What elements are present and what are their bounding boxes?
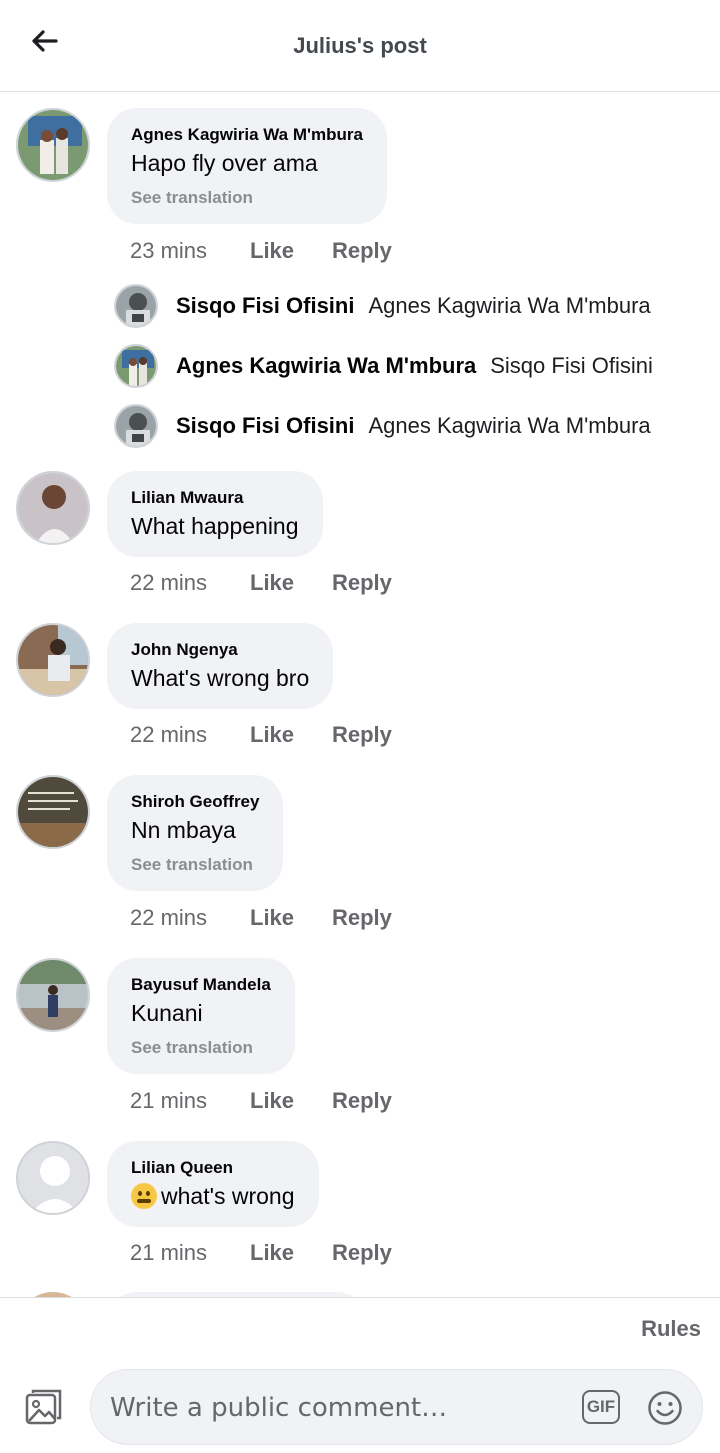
reply-author[interactable]: Sisqo Fisi Ofisini [176, 413, 354, 439]
avatar[interactable] [16, 1141, 90, 1215]
comment-author[interactable]: Shiroh Geoffrey [131, 792, 259, 812]
comment-composer: Rules GIF [0, 1297, 720, 1453]
comment-time[interactable]: 21 mins [130, 1240, 250, 1266]
reply-snippet: Agnes Kagwiria Wa M'mbura [368, 413, 651, 438]
avatar-photo [18, 110, 88, 180]
rules-link[interactable]: Rules [641, 1316, 701, 1342]
like-button[interactable]: Like [250, 1240, 332, 1266]
like-button[interactable]: Like [250, 238, 332, 264]
avatar-photo [18, 960, 88, 1030]
comment-author[interactable]: Bayusuf Mandela [131, 975, 271, 995]
avatar-photo [18, 625, 88, 695]
avatar[interactable] [16, 623, 90, 697]
reply-author[interactable]: Sisqo Fisi Ofisini [176, 293, 354, 319]
comment-actions: 22 mins Like Reply [130, 905, 392, 931]
reply-button[interactable]: Reply [332, 238, 392, 264]
comment-time[interactable]: 22 mins [130, 722, 250, 748]
comment-actions: 22 mins Like Reply [130, 570, 392, 596]
see-translation-link[interactable]: See translation [131, 855, 259, 875]
comment-author[interactable]: Lilian Queen [131, 1158, 295, 1178]
photo-icon [25, 1389, 62, 1425]
comment-actions: 23 mins Like Reply [130, 238, 392, 264]
reply-button[interactable]: Reply [332, 1240, 392, 1266]
reply-button[interactable]: Reply [332, 570, 392, 596]
avatar[interactable] [114, 404, 158, 448]
avatar[interactable] [16, 108, 90, 182]
comment-actions: 21 mins Like Reply [130, 1088, 392, 1114]
header-bar: Julius's post [0, 0, 720, 92]
comment-time[interactable]: 23 mins [130, 238, 250, 264]
comments-list[interactable]: Agnes Kagwiria Wa M'mbura Hapo fly over … [0, 92, 720, 1297]
comment-time[interactable]: 22 mins [130, 905, 250, 931]
comment-text: what's wrong [161, 1183, 295, 1209]
like-button[interactable]: Like [250, 1088, 332, 1114]
comment-input-container[interactable]: GIF [90, 1369, 703, 1445]
reply-author[interactable]: Agnes Kagwiria Wa M'mbura [176, 353, 476, 379]
avatar[interactable] [16, 958, 90, 1032]
zipper-mouth-emoji-icon [131, 1183, 157, 1209]
reply-button[interactable]: Reply [332, 905, 392, 931]
comment-author[interactable]: Agnes Kagwiria Wa M'mbura [131, 125, 363, 145]
reply-preview[interactable]: Sisqo Fisi Ofisini Agnes Kagwiria Wa M'm… [114, 404, 694, 448]
comment-bubble[interactable]: Lilian Queen what's wrong [107, 1141, 319, 1227]
reply-snippet: Agnes Kagwiria Wa M'mbura [368, 293, 651, 318]
avatar-photo [18, 473, 88, 543]
comment-actions: 22 mins Like Reply [130, 722, 392, 748]
comment-time[interactable]: 22 mins [130, 570, 250, 596]
like-button[interactable]: Like [250, 570, 332, 596]
page-title: Julius's post [293, 33, 427, 58]
comment-text: Nn mbaya [131, 817, 236, 843]
avatar[interactable] [16, 471, 90, 545]
comment-bubble[interactable]: Shiroh Geoffrey Nn mbaya See translation [107, 775, 284, 891]
comment-text: What happening [131, 513, 299, 539]
comment-time[interactable]: 21 mins [130, 1088, 250, 1114]
avatar-photo [116, 286, 156, 326]
comment-text: What's wrong bro [131, 665, 310, 691]
smiley-icon [648, 1391, 682, 1425]
like-button[interactable]: Like [250, 905, 332, 931]
comment-text: Kunani [131, 1000, 203, 1026]
comment-actions: 21 mins Like Reply [130, 1240, 392, 1266]
photo-button[interactable] [24, 1387, 64, 1427]
emoji-button[interactable] [647, 1390, 683, 1426]
avatar[interactable] [114, 344, 158, 388]
comment-bubble[interactable]: Lilian Mwaura What happening [107, 471, 323, 557]
reply-button[interactable]: Reply [332, 722, 392, 748]
reply-preview[interactable]: Agnes Kagwiria Wa M'mbura Sisqo Fisi Ofi… [114, 344, 694, 388]
avatar-photo [18, 777, 88, 847]
avatar[interactable] [114, 284, 158, 328]
reply-button[interactable]: Reply [332, 1088, 392, 1114]
like-button[interactable]: Like [250, 722, 332, 748]
comment-bubble[interactable]: Bayusuf Mandela Kunani See translation [107, 958, 295, 1074]
comment-text: Hapo fly over ama [131, 150, 318, 176]
comment-author[interactable]: Lilian Mwaura [131, 488, 299, 508]
see-translation-link[interactable]: See translation [131, 1038, 271, 1058]
default-avatar-icon [18, 1143, 88, 1213]
avatar-photo [116, 406, 156, 446]
reply-preview[interactable]: Sisqo Fisi Ofisini Agnes Kagwiria Wa M'm… [114, 284, 694, 328]
see-translation-link[interactable]: See translation [131, 188, 363, 208]
reply-snippet: Sisqo Fisi Ofisini [490, 353, 653, 378]
comment-input[interactable] [110, 1388, 530, 1428]
avatar-photo [116, 346, 156, 386]
comment-bubble[interactable]: Agnes Kagwiria Wa M'mbura Hapo fly over … [107, 108, 388, 224]
comment-bubble[interactable]: John Ngenya What's wrong bro [107, 623, 334, 709]
comment-author[interactable]: John Ngenya [131, 640, 309, 660]
gif-button[interactable]: GIF [582, 1390, 620, 1424]
avatar[interactable] [16, 775, 90, 849]
comment-text-row: what's wrong [131, 1181, 295, 1211]
